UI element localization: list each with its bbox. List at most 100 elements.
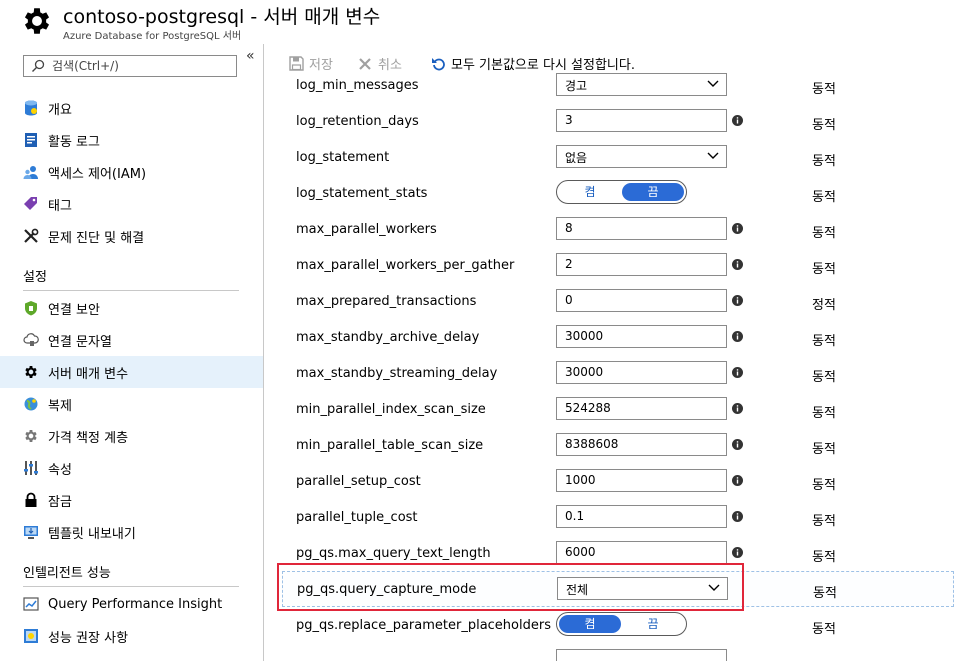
sidebar-item-locks[interactable]: 잠금 xyxy=(0,484,263,516)
parameter-type: 동적 xyxy=(812,478,836,493)
pricing-gear-icon xyxy=(23,428,39,444)
sidebar-item-performance-recommendations[interactable]: 성능 권장 사항 xyxy=(0,620,263,652)
parameter-value-input[interactable]: 6000 xyxy=(556,541,727,564)
sidebar-item-replication[interactable]: 복제 xyxy=(0,388,263,420)
parameter-row-partial xyxy=(264,644,955,661)
sidebar-item-iam[interactable]: 액세스 제어(IAM) xyxy=(0,156,263,188)
parameter-value-input[interactable]: 30000 xyxy=(556,325,727,348)
chevron-down-icon xyxy=(707,80,719,87)
sidebar-item-connection-security[interactable]: 연결 보안 xyxy=(0,292,263,324)
select-value: 경고 xyxy=(565,79,588,93)
sidebar-item-label: 속성 xyxy=(48,462,72,478)
parameter-row: max_standby_streaming_delay 30000 동적 xyxy=(264,356,955,392)
sidebar-item-server-parameters[interactable]: 서버 매개 변수 xyxy=(0,356,263,388)
parameter-name: max_prepared_transactions xyxy=(296,294,477,309)
info-icon[interactable] xyxy=(732,547,743,558)
toggle-on-option[interactable]: 켬 xyxy=(559,183,621,201)
parameter-type: 동적 xyxy=(812,514,836,529)
parameter-row: log_min_messages 경고 동적 xyxy=(264,68,955,104)
info-icon[interactable] xyxy=(732,475,743,486)
sidebar: « 개요 활동 로그 액세스 제어(IAM) 태그 문제 진단 xyxy=(0,44,264,661)
parameter-value-input[interactable]: 3 xyxy=(556,109,727,132)
parameter-row: min_parallel_table_scan_size 8388608 동적 xyxy=(264,428,955,464)
parameter-type: 동적 xyxy=(812,370,836,385)
lock-icon xyxy=(23,492,39,508)
sidebar-item-query-performance-insight[interactable]: Query Performance Insight xyxy=(0,588,263,620)
parameter-row: log_statement 없음 동적 xyxy=(264,140,955,176)
parameter-type: 동적 xyxy=(812,82,836,97)
parameter-value-input[interactable]: 8 xyxy=(556,217,727,240)
parameter-value-input[interactable]: 8388608 xyxy=(556,433,727,456)
parameter-value-select[interactable]: 경고 xyxy=(556,73,727,96)
parameter-value-input[interactable]: 524288 xyxy=(556,397,727,420)
sidebar-search[interactable] xyxy=(23,55,237,77)
sidebar-item-connection-strings[interactable]: 연결 문자열 xyxy=(0,324,263,356)
sidebar-item-pricing-tier[interactable]: 가격 책정 계층 xyxy=(0,420,263,452)
sidebar-item-tags[interactable]: 태그 xyxy=(0,188,263,220)
info-icon[interactable] xyxy=(732,367,743,378)
select-value: 전체 xyxy=(566,583,589,597)
parameter-name: log_min_messages xyxy=(296,78,419,93)
sidebar-item-label: 서버 매개 변수 xyxy=(48,366,129,382)
intelligent-performance-section-label: 인텔리전트 성능 xyxy=(23,566,111,581)
sidebar-item-label: 연결 보안 xyxy=(48,302,100,318)
parameter-name: log_statement_stats xyxy=(296,186,428,201)
parameter-value-input[interactable] xyxy=(556,649,727,661)
parameter-value-select[interactable]: 전체 xyxy=(557,577,728,600)
parameter-value-select[interactable]: 없음 xyxy=(556,145,727,168)
sidebar-item-label: 문제 진단 및 해결 xyxy=(48,230,145,246)
info-icon[interactable] xyxy=(732,295,743,306)
parameter-type: 동적 xyxy=(812,190,836,205)
parameter-type: 동적 xyxy=(812,226,836,241)
parameter-row: pg_qs.replace_parameter_placeholders 켬 끔… xyxy=(264,608,955,644)
info-icon[interactable] xyxy=(732,223,743,234)
sidebar-item-export-template[interactable]: 템플릿 내보내기 xyxy=(0,516,263,548)
shield-icon xyxy=(23,300,39,316)
parameter-row: min_parallel_index_scan_size 524288 동적 xyxy=(264,392,955,428)
sidebar-item-overview[interactable]: 개요 xyxy=(0,92,263,124)
parameter-name: pg_qs.max_query_text_length xyxy=(296,546,491,561)
parameter-name: max_parallel_workers_per_gather xyxy=(296,258,515,273)
info-icon[interactable] xyxy=(732,403,743,414)
toggle-off-option[interactable]: 끔 xyxy=(622,183,684,201)
sidebar-item-activity-log[interactable]: 활동 로그 xyxy=(0,124,263,156)
parameter-name: max_standby_streaming_delay xyxy=(296,366,498,381)
sidebar-item-diagnose[interactable]: 문제 진단 및 해결 xyxy=(0,220,263,252)
info-icon[interactable] xyxy=(732,439,743,450)
parameter-row: pg_qs.max_query_text_length 6000 동적 xyxy=(264,536,955,572)
settings-section-label: 설정 xyxy=(23,270,47,285)
search-input[interactable] xyxy=(52,58,232,74)
export-template-icon xyxy=(23,524,39,540)
sidebar-item-label: Query Performance Insight xyxy=(48,596,223,612)
sidebar-item-label: 성능 권장 사항 xyxy=(48,630,129,646)
parameter-type: 동적 xyxy=(812,154,836,169)
info-icon[interactable] xyxy=(732,331,743,342)
parameter-type: 동적 xyxy=(812,262,836,277)
parameter-value-input[interactable]: 2 xyxy=(556,253,727,276)
info-icon[interactable] xyxy=(732,115,743,126)
collapse-sidebar-button[interactable]: « xyxy=(246,48,255,64)
recommendation-icon xyxy=(23,628,39,644)
toggle-on-option[interactable]: 켬 xyxy=(559,615,621,633)
parameter-toggle[interactable]: 켬 끔 xyxy=(556,180,687,204)
page-title: contoso-postgresql - 서버 매개 변수 xyxy=(63,6,381,28)
sidebar-item-label: 연결 문자열 xyxy=(48,334,112,350)
sidebar-item-label: 템플릿 내보내기 xyxy=(48,526,136,542)
gear-icon xyxy=(24,8,50,34)
info-icon[interactable] xyxy=(732,511,743,522)
parameter-value-input[interactable]: 30000 xyxy=(556,361,727,384)
parameter-value-input[interactable]: 0.1 xyxy=(556,505,727,528)
parameter-value-input[interactable]: 0 xyxy=(556,289,727,312)
parameter-type: 동적 xyxy=(813,586,837,601)
parameter-row: log_retention_days 3 동적 xyxy=(264,104,955,140)
toggle-off-option[interactable]: 끔 xyxy=(622,615,684,633)
parameter-toggle[interactable]: 켬 끔 xyxy=(556,612,687,636)
sidebar-item-properties[interactable]: 속성 xyxy=(0,452,263,484)
parameter-value-input[interactable]: 1000 xyxy=(556,469,727,492)
page-subtitle: Azure Database for PostgreSQL 서버 xyxy=(63,31,242,42)
connection-string-icon xyxy=(23,332,39,348)
chevron-down-icon xyxy=(708,584,720,591)
properties-icon xyxy=(23,460,39,476)
sidebar-item-label: 활동 로그 xyxy=(48,134,100,150)
info-icon[interactable] xyxy=(732,259,743,270)
